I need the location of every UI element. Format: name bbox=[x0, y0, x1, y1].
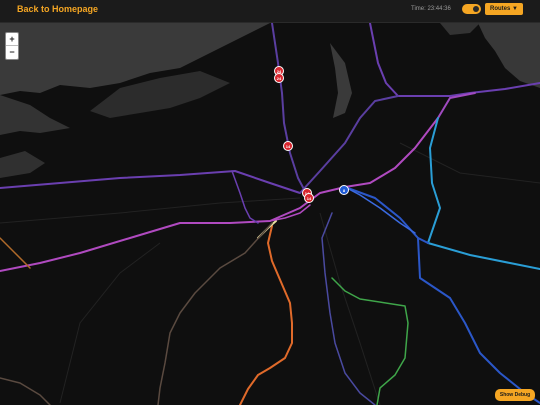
routes-dropdown-button[interactable]: Routes ▼ bbox=[485, 3, 523, 15]
zoom-out-button[interactable]: − bbox=[6, 46, 18, 59]
water-bodies bbox=[0, 23, 540, 178]
zoom-control: + − bbox=[5, 32, 19, 60]
back-to-homepage-link[interactable]: Back to Homepage bbox=[17, 4, 98, 15]
bus-marker[interactable]: 24 bbox=[274, 73, 284, 83]
bus-marker[interactable]: 14 bbox=[304, 193, 314, 203]
bus-marker[interactable]: 8 bbox=[339, 185, 349, 195]
time-display: Time: 23:44:36 bbox=[411, 6, 451, 12]
bus-marker[interactable]: 14 bbox=[283, 141, 293, 151]
map-view[interactable]: + − 24 24 14 14 14 8 bbox=[0, 23, 540, 405]
map-canvas bbox=[0, 23, 540, 405]
theme-toggle[interactable] bbox=[462, 4, 481, 14]
toggle-knob bbox=[473, 6, 479, 12]
show-debug-button[interactable]: Show Debug bbox=[495, 389, 535, 401]
top-bar: Back to Homepage Time: 23:44:36 Routes ▼ bbox=[0, 0, 540, 23]
zoom-in-button[interactable]: + bbox=[6, 33, 18, 46]
